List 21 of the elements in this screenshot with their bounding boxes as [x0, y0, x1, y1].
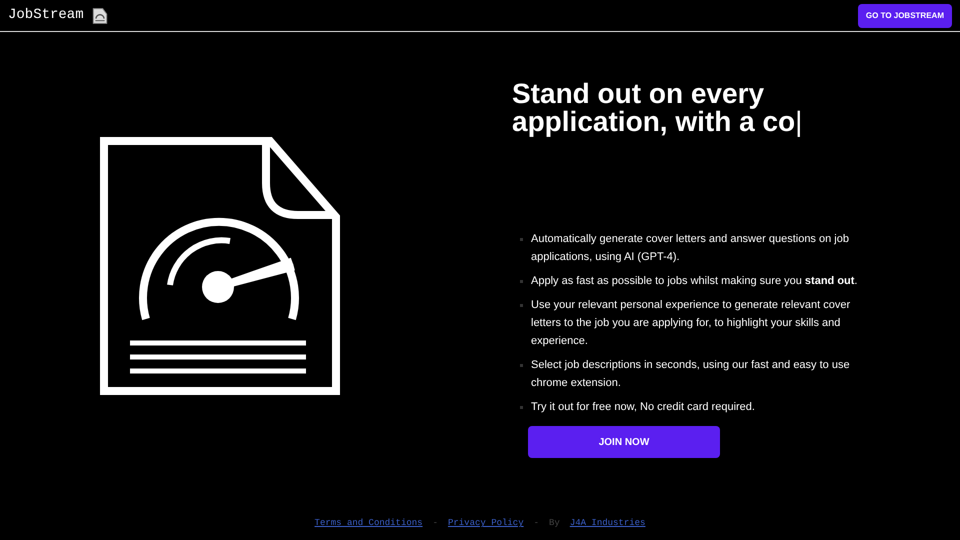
headline: Stand out on every application, with a co| — [512, 80, 804, 139]
footer-link[interactable]: Privacy Policy — [448, 517, 524, 531]
feature-text: Automatically generate cover letters and answer questions on job applications, using AI (GPT-4). — [531, 232, 850, 265]
bullet-icon — [520, 406, 523, 409]
go-to-jobstream-button[interactable]: GO TO JOBSTREAM — [858, 4, 952, 28]
feature-text: Select job descriptions in seconds, using our fast and easy to use chrome extension. — [531, 358, 851, 391]
footer-link[interactable]: Terms and Conditions — [314, 517, 423, 531]
bullet-icon — [520, 280, 523, 283]
feature-text: Try it out for free now, No credit card required. — [531, 400, 755, 415]
footer-link[interactable]: J4A Industries — [570, 517, 646, 531]
brand-name: JobStream — [8, 6, 84, 25]
feature-text: Use your relevant personal experience to generate relevant cover letters to the job you are applying for, to highlight your skills and experience. — [531, 298, 852, 349]
bullet-icon — [520, 304, 523, 307]
footer-text: By — [549, 517, 560, 530]
footer-text: - — [534, 517, 540, 530]
bullet-icon — [520, 238, 523, 241]
logo-icon — [92, 8, 108, 24]
join-now-button[interactable]: JOIN NOW — [528, 426, 720, 458]
bullet-icon — [520, 364, 523, 367]
footer-text: - — [432, 517, 438, 530]
feature-text: Apply as fast as possible to jobs whilst making sure you stand out. — [531, 274, 858, 289]
